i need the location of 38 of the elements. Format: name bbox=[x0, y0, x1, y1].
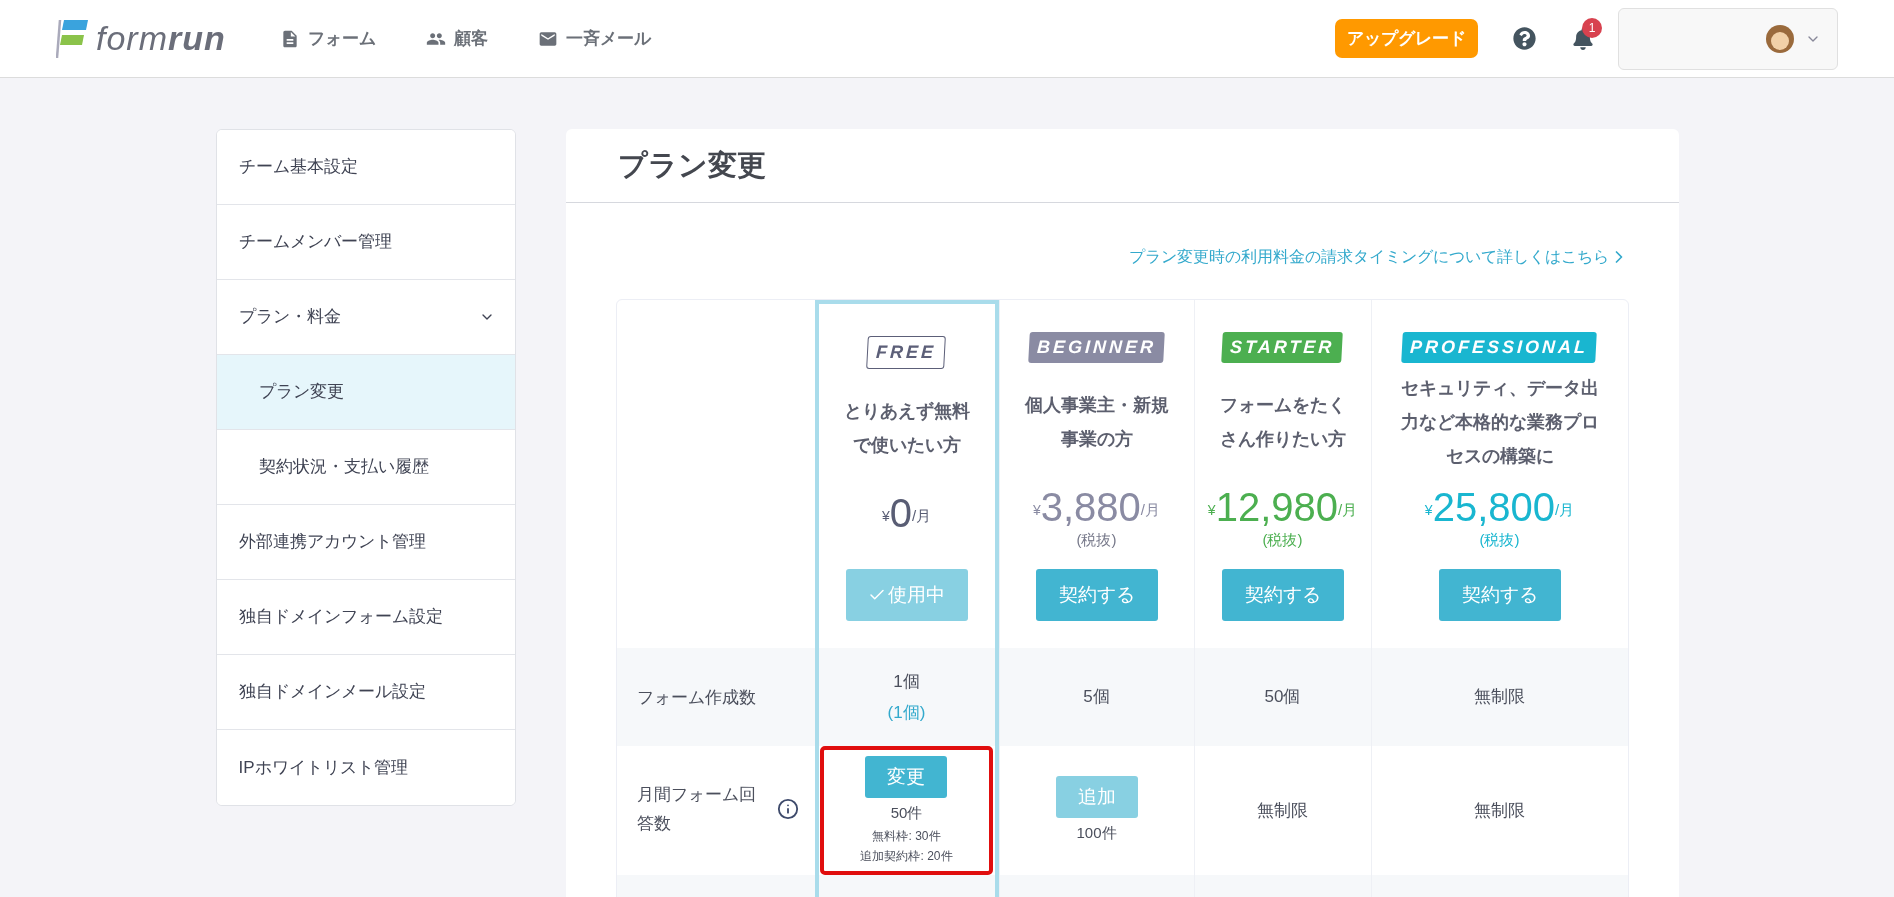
nav-link[interactable]: フォーム bbox=[279, 25, 376, 52]
table-cell-text: 無制限 bbox=[1474, 799, 1525, 822]
current-usage-note: (1個) bbox=[887, 702, 926, 724]
plan-description: セキュリティ、データ出力など本格的な業務プロセスの構築に bbox=[1399, 377, 1600, 468]
account-menu[interactable] bbox=[1618, 7, 1838, 70]
quota-text: 追加契約枠: 20件 bbox=[860, 847, 953, 865]
plan-tag: STARTER bbox=[1221, 332, 1344, 363]
logo-text: formrun bbox=[96, 18, 226, 59]
billing-info-link[interactable]: プラン変更時の利用料金の請求タイミングについて詳しくはこちら bbox=[1128, 245, 1629, 269]
row-label: フォーム作成数 bbox=[636, 686, 757, 709]
table-cell-text: 無制限 bbox=[1257, 799, 1308, 822]
avatar-icon bbox=[1765, 23, 1795, 54]
plan-tag: FREE bbox=[866, 336, 947, 369]
plan-description: 個人事業主・新規事業の方 bbox=[1023, 394, 1170, 451]
info-icon[interactable] bbox=[776, 798, 799, 820]
logo-flag-icon bbox=[56, 17, 88, 60]
nav-link[interactable]: 顧客 bbox=[425, 25, 488, 52]
quota-text: 100件 bbox=[1076, 823, 1117, 843]
plan-description: フォームをたくさん作りたい方 bbox=[1218, 394, 1347, 451]
notification-badge: 1 bbox=[1582, 17, 1602, 38]
tax-note: (税抜) bbox=[1076, 530, 1117, 550]
table-cell-text: 無制限 bbox=[1474, 686, 1525, 709]
plan-description: とりあえず無料で使いたい方 bbox=[842, 400, 971, 457]
tax-note: (税抜) bbox=[1262, 530, 1303, 550]
table-cell-text: 1個 bbox=[893, 670, 920, 693]
tax-note: (税抜) bbox=[1479, 530, 1520, 550]
plan-tag: BEGINNER bbox=[1028, 332, 1165, 363]
page-title: プラン変更 bbox=[617, 147, 766, 183]
nav-link[interactable]: 一斉メール bbox=[537, 25, 651, 52]
table-cell-text: 5個 bbox=[1083, 686, 1110, 709]
sidebar-item[interactable]: プラン変更 bbox=[216, 355, 515, 430]
quota-text: 50件 bbox=[890, 803, 923, 823]
sidebar-item[interactable]: チーム基本設定 bbox=[216, 130, 515, 205]
table-cell-text: 50個 bbox=[1264, 686, 1301, 709]
help-icon[interactable] bbox=[1513, 27, 1536, 50]
quota-text: 無料枠: 30件 bbox=[872, 827, 941, 845]
row-label: 月間フォーム回答数 bbox=[636, 784, 757, 835]
plan-tag: PROFESSIONAL bbox=[1401, 332, 1598, 363]
